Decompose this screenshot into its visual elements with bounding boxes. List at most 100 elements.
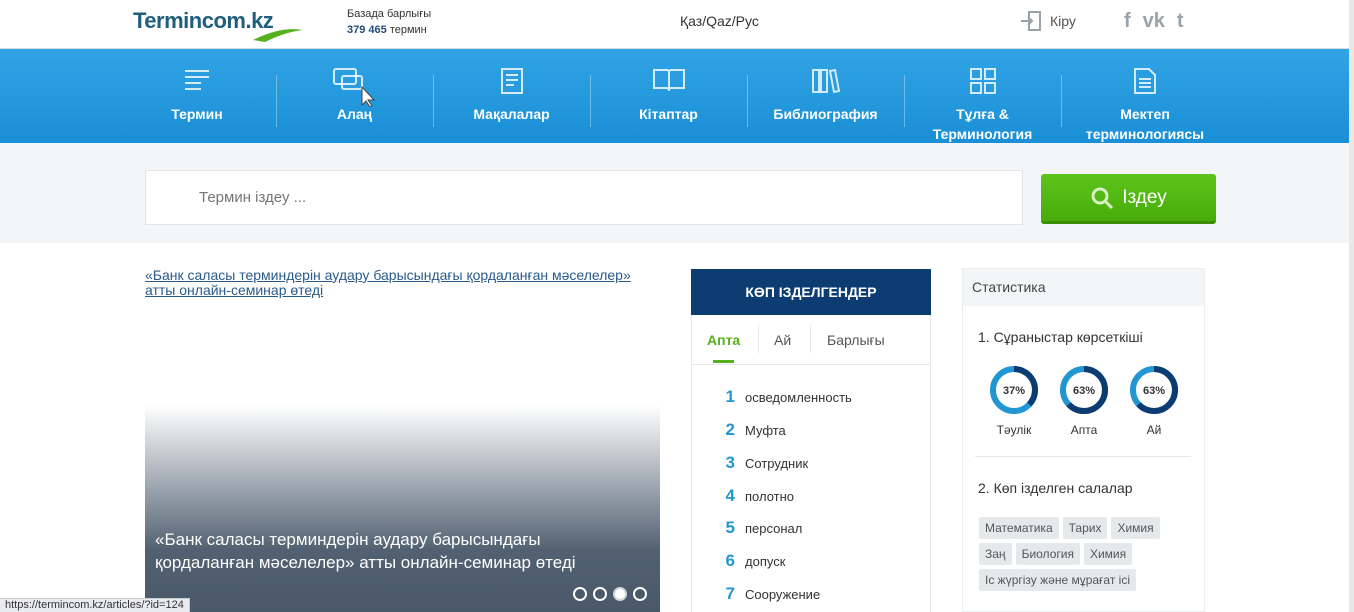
nav-item-persons[interactable]: Тұлға & Терминология	[904, 49, 1061, 143]
slider-dot-active[interactable]	[613, 587, 627, 601]
list-icon	[185, 70, 209, 90]
tab-week[interactable]: Апта	[707, 332, 740, 348]
tab-month[interactable]: Ай	[774, 332, 791, 348]
donut-label: Тәулік	[996, 423, 1032, 437]
statistics-panel: Статистика 1. Сұраныстар көрсеткіші 37% …	[962, 268, 1205, 612]
donut-day: 37% Тәулік	[988, 364, 1040, 437]
donut-label: Ай	[1146, 423, 1162, 437]
rank-number: 6	[725, 551, 735, 570]
nav-label-line2: Терминология	[932, 126, 1033, 142]
donut-label: Апта	[1070, 423, 1098, 437]
tab-divider	[810, 325, 811, 353]
rank-number: 1	[725, 387, 735, 406]
donut-chart: 63%	[1060, 366, 1108, 414]
term-link[interactable]: Сотрудник	[745, 456, 808, 471]
nav-label: Термин	[171, 106, 223, 122]
active-tab-indicator	[713, 360, 734, 363]
search-icon	[1091, 187, 1114, 209]
stats-section-fields: 2. Көп ізделген салалар	[978, 480, 1133, 496]
slider-dot[interactable]	[633, 587, 647, 601]
field-tag[interactable]: Химия	[1083, 543, 1133, 565]
site-header: Termincom.kz Базада барлығы 379 465 терм…	[0, 0, 1354, 49]
rank-number: 4	[725, 486, 735, 505]
rank-number: 2	[725, 420, 735, 439]
base-unit: термин	[389, 24, 427, 36]
slider-dot[interactable]	[573, 587, 587, 601]
nav-label: Алаң	[336, 106, 373, 122]
chat-icon	[332, 68, 375, 107]
book-icon	[652, 69, 685, 92]
donut-percent: 63%	[1143, 385, 1165, 397]
term-link[interactable]: Сооружение	[745, 587, 820, 602]
rank-number: 3	[725, 453, 735, 472]
document-icon	[1134, 68, 1156, 94]
popular-title: КӨП ІЗДЕЛГЕНДЕР	[691, 269, 931, 315]
login-label: Кіру	[1050, 13, 1076, 29]
donut-chart: 63%	[1130, 366, 1178, 414]
nav-item-articles[interactable]: Мақалалар	[433, 49, 590, 143]
list-item[interactable]: 5 персонал	[692, 518, 922, 538]
slider-image[interactable]	[145, 405, 660, 612]
term-link[interactable]: допуск	[745, 554, 785, 569]
rank-number: 7	[725, 584, 735, 603]
nav-item-term[interactable]: Термин	[118, 49, 276, 143]
term-link[interactable]: персонал	[745, 521, 802, 536]
article-icon	[500, 68, 523, 94]
social-links: f vk t	[1124, 10, 1184, 33]
nav-label: Мектеп	[1120, 106, 1170, 122]
list-item[interactable]: 2 Муфта	[692, 420, 922, 440]
donut-week: 63% Апта	[1058, 364, 1110, 437]
nav-item-school[interactable]: Мектеп терминологиясы	[1061, 49, 1229, 143]
donut-percent: 37%	[1003, 385, 1025, 397]
field-tag[interactable]: Заң	[979, 543, 1012, 565]
login-link[interactable]: Кіру	[1020, 11, 1076, 31]
donut-month: 63% Ай	[1128, 364, 1180, 437]
term-link[interactable]: осведомленность	[745, 390, 852, 405]
twitter-icon[interactable]: t	[1177, 10, 1184, 33]
vk-icon[interactable]: vk	[1143, 10, 1165, 33]
term-link[interactable]: полотно	[745, 489, 794, 504]
field-tag[interactable]: Химия	[1111, 517, 1160, 539]
site-logo[interactable]: Termincom.kz	[133, 6, 305, 42]
popular-tabs: Апта Ай Барлығы	[692, 315, 930, 365]
search-button-label: Іздеу	[1122, 186, 1167, 208]
slider-image-link[interactable]: «Банк саласы терминдерін аудару барысынд…	[145, 268, 645, 298]
base-count: 379 465	[347, 24, 387, 36]
field-tag[interactable]: Биология	[1015, 543, 1080, 565]
slider-dot[interactable]	[593, 587, 607, 601]
nav-label: Тұлға &	[956, 106, 1009, 122]
slider-caption[interactable]: «Банк саласы терминдерін аудару барысынд…	[155, 528, 595, 574]
nav-item-forum[interactable]: Алаң	[276, 49, 433, 143]
list-item[interactable]: 7 Сооружение	[692, 584, 922, 604]
grid-icon	[969, 68, 996, 94]
search-input[interactable]	[145, 170, 1023, 225]
list-item[interactable]: 1 осведомленность	[692, 387, 922, 407]
field-tag[interactable]: Іс жүргізу және мұрағат ісі	[979, 569, 1136, 591]
donut-percent: 63%	[1073, 385, 1095, 397]
term-link[interactable]: Муфта	[745, 423, 786, 438]
search-button[interactable]: Іздеу	[1041, 174, 1216, 224]
main-nav: Термин Алаң Мақалалар Кітаптар Библиогра…	[0, 49, 1354, 143]
field-tag[interactable]: Тарих	[1062, 517, 1108, 539]
list-item[interactable]: 6 допуск	[692, 551, 922, 571]
page-scrollbar[interactable]	[1349, 0, 1354, 612]
field-tag[interactable]: Математика	[979, 517, 1059, 539]
nav-label: Кітаптар	[639, 106, 698, 122]
tab-all[interactable]: Барлығы	[827, 332, 885, 348]
nav-item-books[interactable]: Кітаптар	[590, 49, 747, 143]
list-item[interactable]: 4 полотно	[692, 486, 922, 506]
popular-searches-panel: КӨП ІЗДЕЛГЕНДЕР Апта Ай Барлығы 1 осведо…	[691, 269, 931, 612]
base-label: Базада барлығы	[347, 8, 432, 20]
nav-label: Мақалалар	[473, 106, 550, 122]
list-item[interactable]: 3 Сотрудник	[692, 453, 922, 473]
nav-item-bibliography[interactable]: Библиография	[747, 49, 904, 143]
stats-divider	[975, 456, 1191, 457]
nav-label-line2: терминологиясы	[1085, 126, 1205, 142]
browser-status-url: https://termincom.kz/articles/?id=124	[0, 598, 190, 612]
facebook-icon[interactable]: f	[1124, 10, 1131, 33]
stats-section-requests: 1. Сұраныстар көрсеткіші	[978, 329, 1143, 345]
logo-swoosh-icon	[253, 29, 303, 42]
term-count-info: Базада барлығы 379 465 термин	[347, 6, 431, 38]
nav-label: Библиография	[773, 106, 878, 122]
language-switcher[interactable]: Қаз/Qaz/Рус	[680, 13, 759, 29]
